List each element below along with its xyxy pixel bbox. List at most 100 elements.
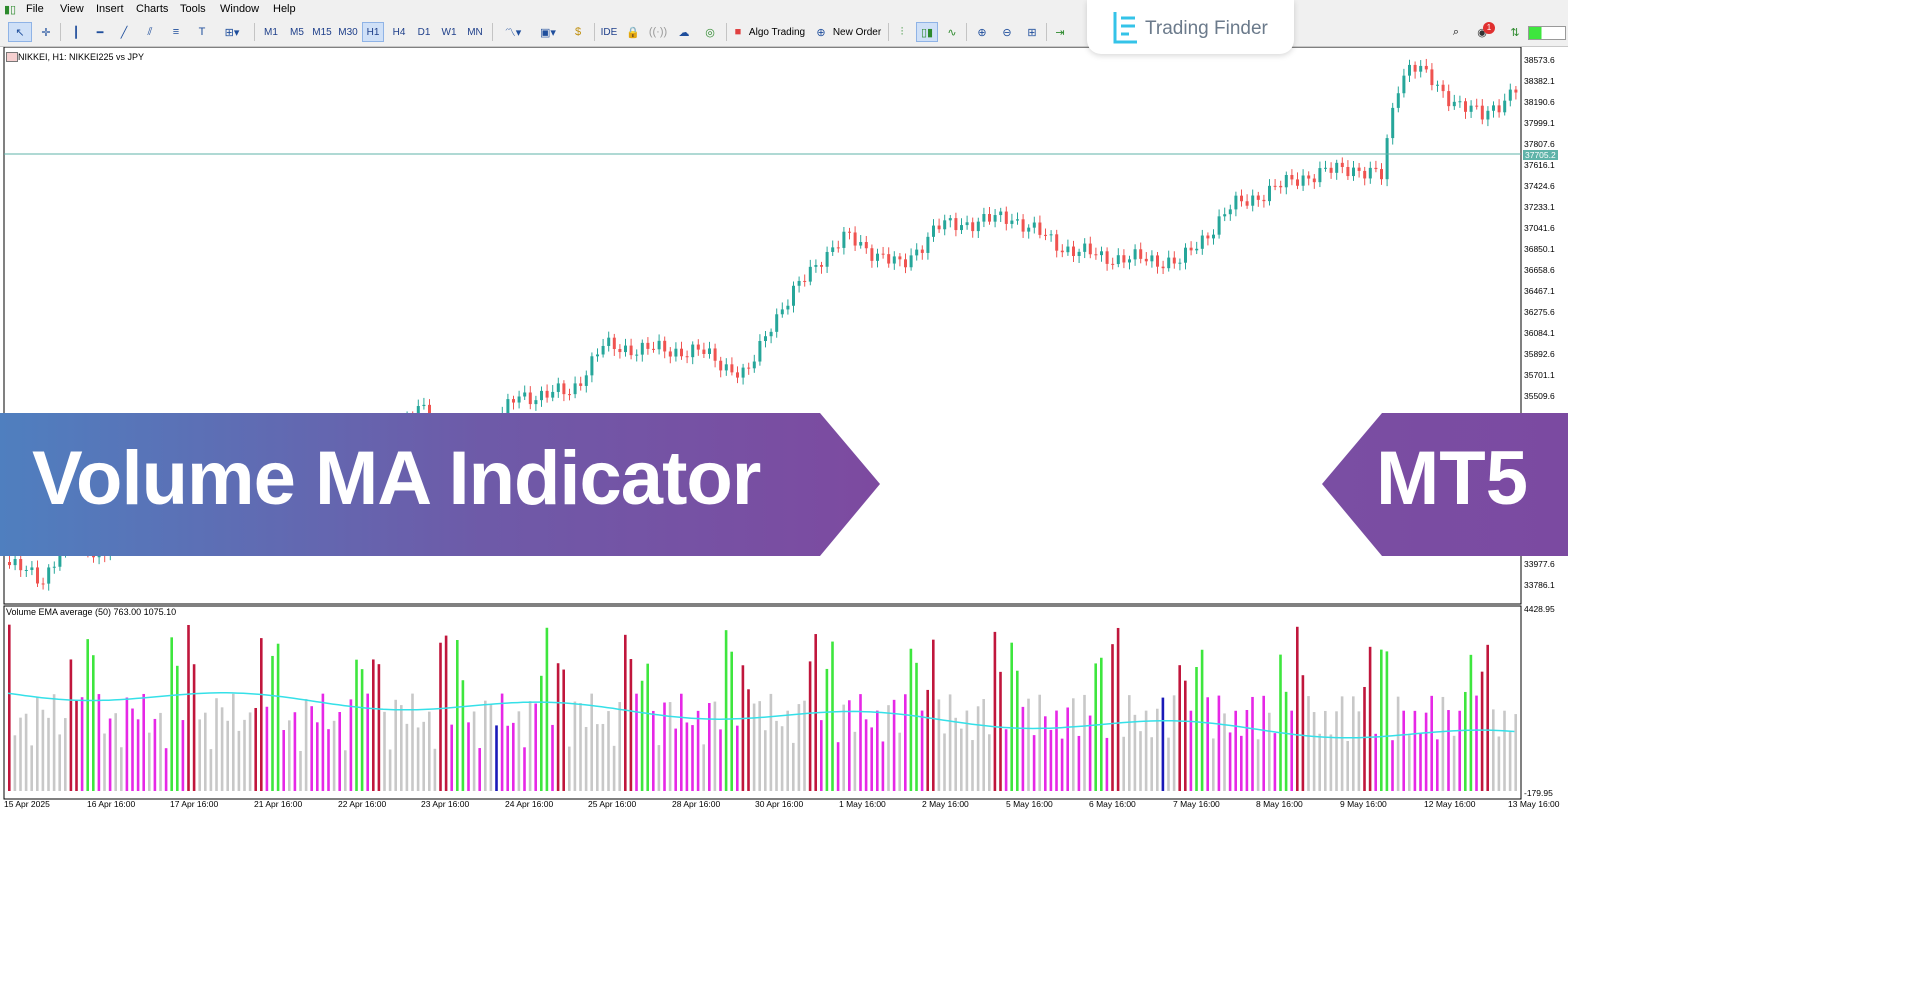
lock-icon[interactable]: 🔒 xyxy=(624,22,642,42)
candle-body xyxy=(864,242,868,249)
new-order-button[interactable]: New Order xyxy=(830,22,884,42)
vertical-line-icon[interactable]: ┃ xyxy=(66,22,86,42)
algo-trading-button[interactable]: Algo Trading xyxy=(746,22,808,42)
volume-bar xyxy=(64,718,67,791)
menu-help[interactable]: Help xyxy=(273,3,296,15)
volume-bar xyxy=(495,725,498,791)
volume-bar xyxy=(153,718,157,791)
candle-body xyxy=(876,253,879,261)
tf-d1[interactable]: D1 xyxy=(413,22,435,42)
volume-bar xyxy=(1352,696,1355,791)
tf-w1[interactable]: W1 xyxy=(438,22,460,42)
horizontal-line-icon[interactable]: ━ xyxy=(90,22,110,42)
menu-tools[interactable]: Tools xyxy=(180,3,206,15)
dollar-icon[interactable]: $ xyxy=(568,22,588,42)
menu-file[interactable]: File xyxy=(26,3,44,15)
volume-bar xyxy=(327,729,330,791)
tf-m5[interactable]: M5 xyxy=(286,22,308,42)
candle-body xyxy=(1447,91,1451,107)
time-axis-label: 23 Apr 16:00 xyxy=(421,799,470,809)
grid-icon[interactable]: ⊞ xyxy=(1022,22,1042,42)
candle-body xyxy=(1424,65,1428,70)
tf-m30[interactable]: M30 xyxy=(336,22,360,42)
zoom-in-icon[interactable]: ⊕ xyxy=(972,22,992,42)
volume-bar xyxy=(372,659,375,791)
candle-body xyxy=(534,400,538,405)
volume-bar xyxy=(909,648,913,791)
tf-h1[interactable]: H1 xyxy=(362,22,384,42)
shapes-icon[interactable]: ⊞▾ xyxy=(218,22,246,42)
time-axis-label: 6 May 16:00 xyxy=(1089,799,1136,809)
ide-button[interactable]: IDE xyxy=(598,22,620,42)
volume-bar xyxy=(276,643,280,791)
candle-body xyxy=(607,337,611,346)
volume-bar xyxy=(797,704,801,791)
candle-body xyxy=(932,225,935,237)
time-axis-label: 5 May 16:00 xyxy=(1006,799,1053,809)
text-icon[interactable]: T xyxy=(192,22,212,42)
volume-bar xyxy=(1055,710,1058,791)
cursor-icon[interactable]: ↖ xyxy=(8,22,32,42)
volume-bar xyxy=(1452,735,1456,791)
bar-chart-icon[interactable]: ⫶ xyxy=(892,22,912,42)
candle-body xyxy=(1346,166,1350,177)
candle-body xyxy=(590,356,594,376)
channel-icon[interactable]: ⫽ xyxy=(140,22,160,42)
candle-body xyxy=(618,349,622,353)
tf-m1[interactable]: M1 xyxy=(260,22,282,42)
volume-bar xyxy=(1212,738,1215,791)
candle-body xyxy=(540,390,543,401)
crosshair-icon[interactable]: ✛ xyxy=(36,22,56,42)
vps-icon[interactable]: ◎ xyxy=(700,22,720,42)
volume-bar xyxy=(164,748,168,791)
volume-bar xyxy=(1077,735,1081,791)
tf-mn[interactable]: MN xyxy=(464,22,486,42)
volume-bar xyxy=(836,742,840,791)
line-chart-icon[interactable]: ∿ xyxy=(942,22,962,42)
volume-bar xyxy=(685,722,689,791)
volume-bar xyxy=(1240,735,1243,791)
signal-icon[interactable]: ((·)) xyxy=(648,22,668,42)
volume-bar xyxy=(1380,649,1383,791)
volume-bar xyxy=(478,748,481,791)
menu-charts[interactable]: Charts xyxy=(136,3,168,15)
volume-bar xyxy=(1419,733,1422,791)
menu-view[interactable]: View xyxy=(60,3,84,15)
zoom-out-icon[interactable]: ⊖ xyxy=(997,22,1017,42)
fibonacci-icon[interactable]: ≡ xyxy=(166,22,186,42)
candle-body xyxy=(1508,89,1512,101)
autoscroll-icon[interactable]: ⇥ xyxy=(1050,22,1070,42)
time-axis-label: 9 May 16:00 xyxy=(1340,799,1387,809)
volume-bar xyxy=(1335,711,1338,791)
volume-bar xyxy=(1464,691,1467,791)
candle-body xyxy=(573,383,577,395)
price-axis-label: 36467.1 xyxy=(1524,286,1555,296)
menu-insert[interactable]: Insert xyxy=(96,3,124,15)
volume-bar xyxy=(971,740,974,791)
candle-body xyxy=(422,404,426,407)
menu-window[interactable]: Window xyxy=(220,3,259,15)
signal-strength-icon: ⇅ xyxy=(1510,26,1520,39)
candle-body xyxy=(512,399,515,403)
candle-body xyxy=(8,562,11,566)
candle-body xyxy=(719,360,723,371)
volume-bar xyxy=(1217,695,1221,791)
volume-bar xyxy=(1413,710,1417,791)
chart-type-icon[interactable]: 〽▾ xyxy=(498,22,528,42)
tf-m15[interactable]: M15 xyxy=(310,22,334,42)
volume-bar xyxy=(590,693,593,791)
indicators-icon[interactable]: ▣▾ xyxy=(533,22,563,42)
price-axis-label: 36275.6 xyxy=(1524,307,1555,317)
volume-bar xyxy=(456,640,459,791)
tf-h4[interactable]: H4 xyxy=(388,22,410,42)
cloud-icon[interactable]: ☁ xyxy=(674,22,694,42)
price-axis-label: 37424.6 xyxy=(1524,181,1555,191)
candle-body xyxy=(47,567,51,584)
volume-bar xyxy=(1458,710,1461,791)
candlestick-icon[interactable]: ▯▮ xyxy=(916,22,938,42)
candle-body xyxy=(937,225,941,230)
search-icon[interactable]: ⌕ xyxy=(1446,22,1466,42)
candle-body xyxy=(1486,110,1490,120)
volume-bar xyxy=(1312,712,1316,791)
trendline-icon[interactable]: ╱ xyxy=(114,22,134,42)
